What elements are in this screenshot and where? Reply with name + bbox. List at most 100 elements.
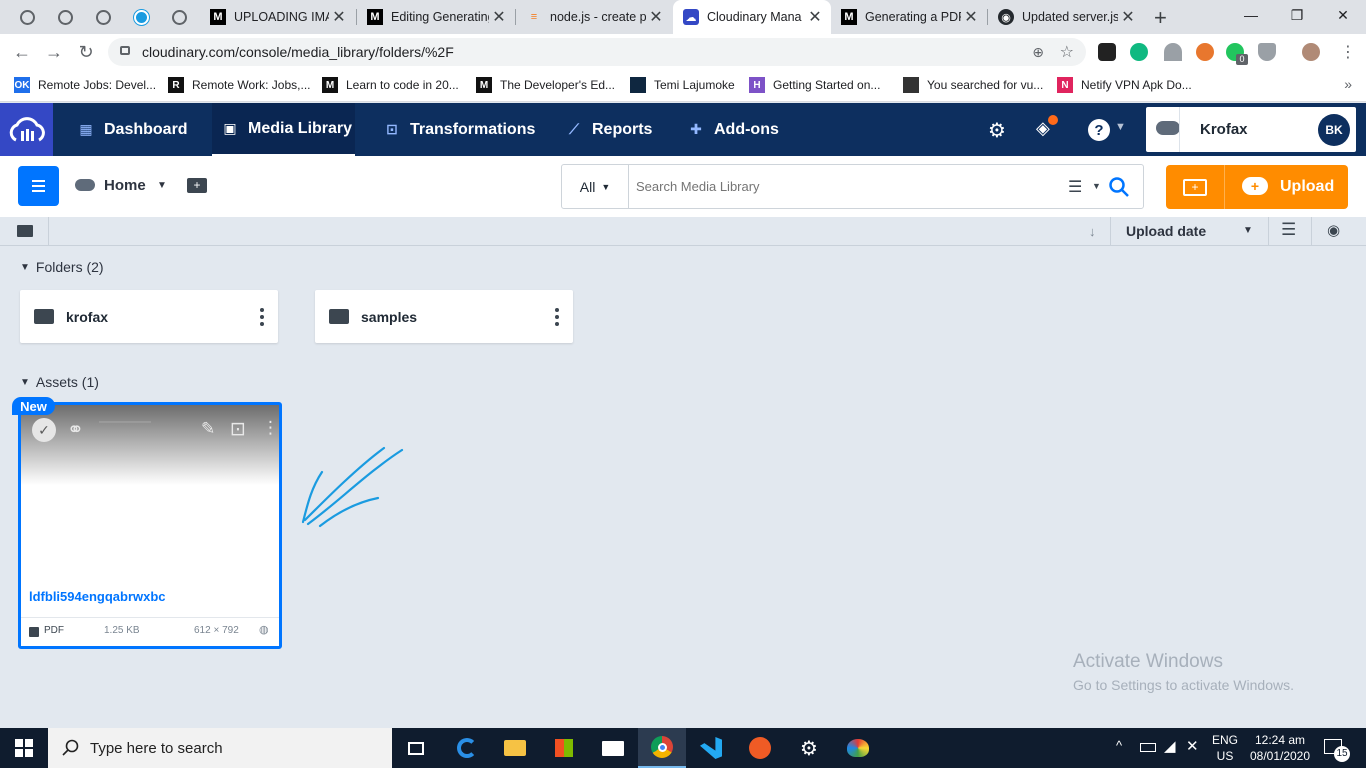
url-text[interactable]: cloudinary.com/console/media_library/fol… <box>142 44 454 60</box>
browser-tab-3[interactable]: ≡ node.js - create p ✕ <box>516 0 672 34</box>
search-input[interactable] <box>630 166 1050 206</box>
folder-menu-icon[interactable] <box>260 308 264 326</box>
more-bookmarks-icon[interactable]: » <box>1344 76 1352 92</box>
folders-section-toggle[interactable]: ▼ Folders (2) <box>20 259 104 275</box>
folder-card[interactable]: samples <box>315 290 573 343</box>
eye-icon[interactable]: ◉ <box>1327 221 1340 239</box>
paint-icon[interactable] <box>834 728 882 768</box>
bookmark-4[interactable]: M The Developer's Ed... <box>476 77 615 93</box>
vscode-icon[interactable] <box>687 728 735 768</box>
browser-menu-icon[interactable]: ⋮ <box>1340 42 1356 62</box>
select-checkmark-icon[interactable]: ✓ <box>32 418 56 442</box>
folder-menu-icon[interactable] <box>555 308 559 326</box>
language-indicator[interactable]: ENG US <box>1208 732 1242 764</box>
nav-addons[interactable]: ✚ Add-ons <box>688 103 779 156</box>
start-button[interactable] <box>0 728 48 768</box>
pinned-tab-1[interactable] <box>16 6 38 28</box>
volume-muted-icon[interactable]: ✕ <box>1186 737 1199 755</box>
chevron-down-icon[interactable]: ▼ <box>1243 225 1253 236</box>
asset-menu-icon[interactable]: ⋮ <box>262 418 279 438</box>
asset-card[interactable]: ✓ ⚭ ✎ ⊡ ⋮ ldfbli594engqabrwxbc PDF 1.25 … <box>18 402 282 649</box>
bookmark-2[interactable]: R Remote Work: Jobs,... <box>168 77 310 93</box>
cloudinary-logo[interactable] <box>0 103 53 156</box>
assets-section-toggle[interactable]: ▼ Assets (1) <box>20 374 99 390</box>
wifi-icon[interactable]: ◢ <box>1164 737 1176 755</box>
show-hidden-icons-chevron-icon[interactable]: ^ <box>1116 738 1122 753</box>
pinned-tab-4[interactable] <box>130 6 152 28</box>
help-chevron-down-icon[interactable]: ▼ <box>1115 121 1126 133</box>
bookmark-star-icon[interactable]: ☆ <box>1060 42 1074 62</box>
mail-icon[interactable] <box>589 728 637 768</box>
task-view-icon[interactable] <box>392 728 440 768</box>
file-explorer-icon[interactable] <box>491 728 539 768</box>
postman-icon[interactable] <box>736 728 784 768</box>
bookmark-7[interactable]: You searched for vu... <box>903 77 1043 93</box>
browser-tab-1[interactable]: M UPLOADING IMAG ✕ <box>200 0 355 34</box>
nav-media-library[interactable]: ▣ Media Library <box>212 103 355 156</box>
clock[interactable]: 12:24 am 08/01/2020 <box>1248 732 1312 764</box>
close-tab-icon[interactable]: ✕ <box>1118 7 1138 27</box>
bookmark-5[interactable]: Temi Lajumoke <box>630 77 735 93</box>
close-tab-icon[interactable]: ✕ <box>646 7 666 27</box>
browser-tab-5[interactable]: M Generating a PDF ✕ <box>831 0 987 34</box>
chevron-down-icon[interactable]: ▼ <box>1092 181 1101 191</box>
search-filter-dropdown[interactable]: All ▼ <box>562 165 629 208</box>
nav-dashboard[interactable]: ▦ Dashboard <box>78 103 187 156</box>
home-breadcrumb[interactable]: Home <box>104 177 146 194</box>
battery-icon[interactable] <box>1140 743 1156 752</box>
bookmark-3[interactable]: M Learn to code in 20... <box>322 77 459 93</box>
close-tab-icon[interactable]: ✕ <box>329 7 349 27</box>
restore-button[interactable]: ❐ <box>1274 0 1320 30</box>
vue-devtools-icon[interactable] <box>1164 43 1182 61</box>
home-chevron-down-icon[interactable]: ▼ <box>157 180 167 191</box>
upload-button[interactable]: + + Upload <box>1166 165 1348 209</box>
pinned-tab-2[interactable] <box>54 6 76 28</box>
store-icon[interactable] <box>540 728 588 768</box>
taskbar-search-box[interactable]: Type here to search <box>48 728 392 768</box>
settings-gear-icon[interactable]: ⚙ <box>785 728 833 768</box>
list-view-icon[interactable]: ☰ <box>1281 220 1296 240</box>
pinned-tab-3[interactable] <box>92 6 114 28</box>
chrome-icon[interactable] <box>638 728 686 768</box>
edge-icon[interactable] <box>443 728 491 768</box>
upload-widget-icon[interactable]: + <box>1166 165 1225 209</box>
transform-icon[interactable]: ⊡ <box>230 418 246 441</box>
close-tab-icon[interactable]: ✕ <box>489 7 509 27</box>
folder-card[interactable]: krofax <box>20 290 278 343</box>
bookmark-6[interactable]: H Getting Started on... <box>749 77 880 93</box>
close-window-button[interactable]: ✕ <box>1320 0 1366 30</box>
folder-view-icon[interactable] <box>17 225 33 237</box>
minimize-button[interactable]: — <box>1228 0 1274 30</box>
forward-button[interactable]: → <box>42 41 66 63</box>
close-tab-icon[interactable]: ✕ <box>961 7 981 27</box>
copy-link-icon[interactable]: ⚭ <box>67 417 84 442</box>
advanced-search-sliders-icon[interactable]: ☰ <box>1068 177 1082 197</box>
bookmark-1[interactable]: OK Remote Jobs: Devel... <box>14 77 156 93</box>
bookmark-8[interactable]: N Netify VPN Apk Do... <box>1057 77 1192 93</box>
browser-tab-4-active[interactable]: ☁ Cloudinary Mana ✕ <box>673 0 831 34</box>
help-icon[interactable]: ? <box>1088 119 1110 141</box>
extension-shield-icon[interactable] <box>1196 43 1214 61</box>
avatar[interactable]: BK <box>1318 114 1350 146</box>
profile-avatar[interactable] <box>1302 43 1320 61</box>
nav-reports[interactable]: ⟋ Reports <box>566 103 652 156</box>
adblock-icon[interactable] <box>1258 43 1276 61</box>
add-folder-icon[interactable]: + <box>187 178 207 193</box>
back-button[interactable]: ← <box>10 41 34 63</box>
react-devtools-icon[interactable] <box>1098 43 1116 61</box>
reload-button[interactable]: ↻ <box>74 41 98 63</box>
search-icon[interactable] <box>1108 176 1130 198</box>
sort-direction-arrow-icon[interactable]: ↓ <box>1089 224 1096 239</box>
new-tab-button[interactable]: + <box>1154 5 1167 31</box>
close-tab-icon[interactable]: ✕ <box>805 7 825 27</box>
browser-tab-6[interactable]: ◉ Updated server.js ✕ <box>988 0 1144 34</box>
address-bar[interactable]: cloudinary.com/console/media_library/fol… <box>108 38 1086 66</box>
pinned-tab-5[interactable] <box>168 6 190 28</box>
nav-transformations[interactable]: ⊡ Transformations <box>384 103 535 156</box>
zoom-icon[interactable]: ⊕ <box>1032 44 1044 61</box>
settings-gear-icon[interactable]: ⚙ <box>988 118 1006 143</box>
wrench-icon[interactable]: ✎ <box>201 419 215 439</box>
asset-public-id[interactable]: ldfbli594engqabrwxbc <box>29 589 166 604</box>
extension-m-icon[interactable] <box>1130 43 1148 61</box>
sidebar-toggle-button[interactable] <box>18 166 59 206</box>
